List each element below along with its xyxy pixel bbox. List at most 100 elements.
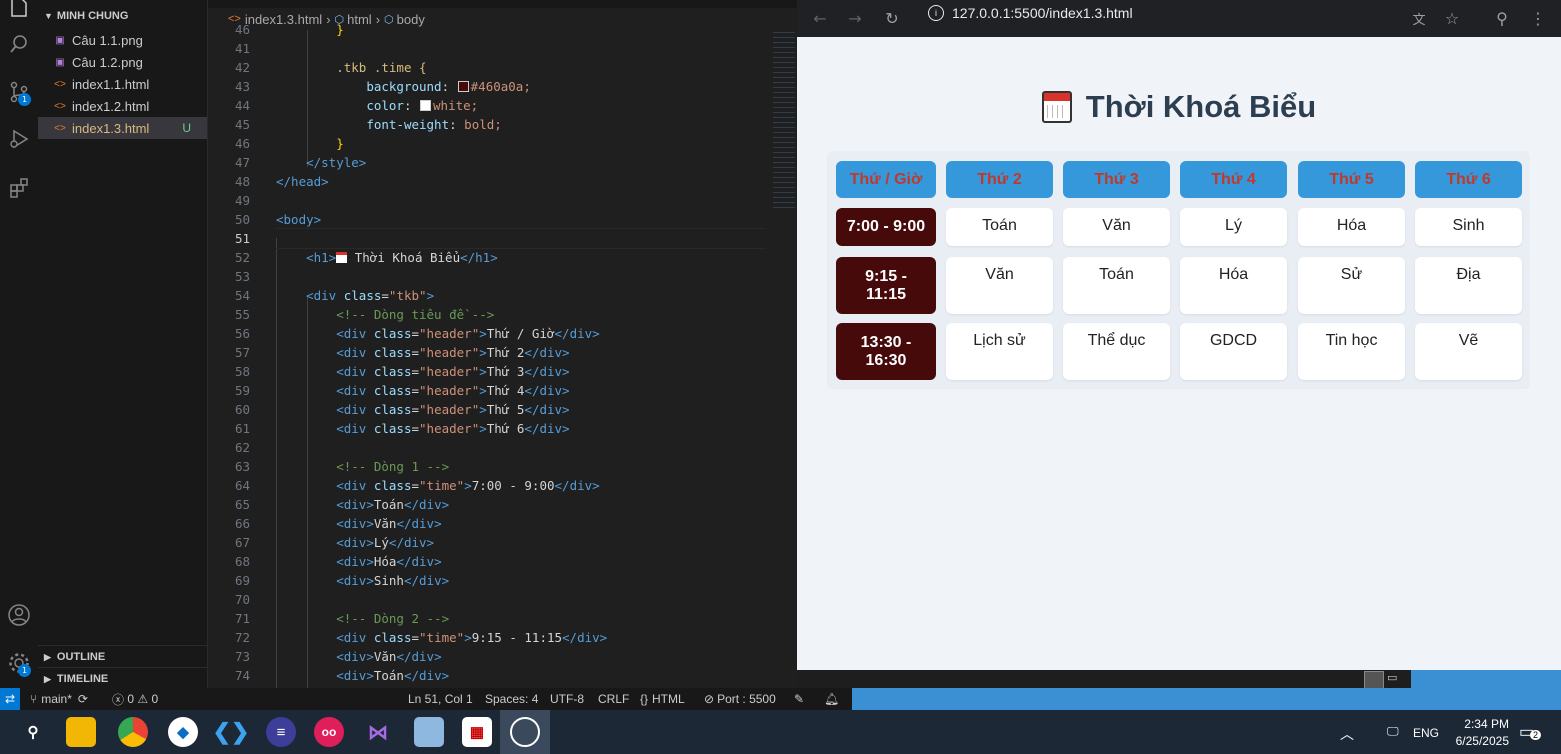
file-item[interactable]: ▣ Câu 1.2.png xyxy=(38,51,207,73)
file-item[interactable]: ▣ Câu 1.1.png xyxy=(38,29,207,51)
cursor-position[interactable]: Ln 51, Col 1 xyxy=(408,688,473,710)
visual-studio-icon[interactable]: ⋈ xyxy=(363,717,393,747)
line-number: 50 xyxy=(234,212,250,227)
line-number: 54 xyxy=(234,288,250,303)
explorer-panel: ▼ MINH CHUNG ▣ Câu 1.1.png ▣ Câu 1.2.png <>… xyxy=(38,0,208,688)
clock[interactable]: 2:34 PM 6/25/2025 xyxy=(1453,717,1509,748)
color-swatch[interactable] xyxy=(420,100,432,111)
reload-icon[interactable]: ↻ xyxy=(878,4,906,32)
line-number: 43 xyxy=(234,79,250,94)
outline-label: OUTLINE xyxy=(56,651,106,663)
html-file-icon: <> xyxy=(54,78,66,90)
pinned-app-icon[interactable]: ◆ xyxy=(168,717,198,747)
back-icon[interactable]: ← xyxy=(806,4,834,32)
file-name: Câu 1.2.png xyxy=(72,54,143,70)
code-line: <div class="header">Thứ 6</div> xyxy=(336,421,570,436)
line-number: 56 xyxy=(234,326,250,341)
language-mode[interactable]: {} HTML xyxy=(640,688,685,710)
code-line: <div class="tkb"> xyxy=(306,288,435,303)
sync-icon[interactable]: ⟳ xyxy=(78,692,88,706)
breadcrumb-html[interactable]: html xyxy=(347,12,372,27)
branch-indicator[interactable]: ⑂ main* ⟳ xyxy=(30,688,88,710)
code-line: <div class="header">Thứ 5</div> xyxy=(336,402,570,417)
settings-gear-icon[interactable]: 1 xyxy=(2,648,36,678)
site-info-icon[interactable]: i xyxy=(928,5,944,21)
file-item[interactable]: <> index1.2.html xyxy=(38,95,207,117)
chevron-up-icon[interactable]: ︿ xyxy=(1340,724,1354,744)
menu-icon[interactable]: ⋮ xyxy=(1524,4,1552,32)
notepad-icon[interactable] xyxy=(414,717,444,747)
line-ending[interactable]: CRLF xyxy=(598,688,629,710)
search-icon[interactable]: ⚲ xyxy=(18,717,48,747)
file-item-selected[interactable]: <> index1.3.html U xyxy=(38,117,207,139)
activity-bar: 1 1 xyxy=(0,0,38,688)
eclipse-icon[interactable]: ≡ xyxy=(266,717,296,747)
minimap[interactable] xyxy=(773,30,795,210)
file-item[interactable]: <> index1.1.html xyxy=(38,73,207,95)
indentation[interactable]: Spaces: 4 xyxy=(485,688,538,710)
notification-icon[interactable]: ▭ 2 xyxy=(1519,722,1542,742)
git-branch-icon: ⑂ xyxy=(30,692,38,706)
breadcrumb-body[interactable]: body xyxy=(397,12,425,27)
bell-icon[interactable]: 🔔︎ xyxy=(824,688,839,710)
timetable-time-cell: 7:00 - 9:00 xyxy=(836,208,936,246)
file-name: index1.3.html xyxy=(72,120,150,136)
code-editor[interactable]: <> index1.3.html › ⬡ html › ⬡ body 46 41 4… xyxy=(208,0,798,688)
chrome-icon[interactable] xyxy=(118,717,148,747)
line-number: 60 xyxy=(234,402,250,417)
line-number: 71 xyxy=(234,611,250,626)
page-title: Thời Khoá Biểu xyxy=(797,89,1561,125)
explorer-folder-header[interactable]: ▼ MINH CHUNG xyxy=(44,10,128,22)
code-line: <div>Văn</div> xyxy=(336,649,442,664)
layout-icon[interactable] xyxy=(1364,671,1384,689)
chevron-right-icon: ▶ xyxy=(44,673,51,684)
remote-icon[interactable]: ⇄ xyxy=(0,688,20,710)
file-explorer-icon[interactable] xyxy=(66,717,96,747)
extension-icon[interactable]: ⚲ xyxy=(1488,4,1516,32)
braces-icon: {} xyxy=(640,692,649,706)
vscode-icon[interactable]: ❮❯ xyxy=(213,717,250,747)
explorer-icon[interactable] xyxy=(2,0,36,22)
browser-toolbar: ← → ↻ i 127.0.0.1:5500/index1.3.html 文 ☆… xyxy=(797,0,1561,37)
encoding[interactable]: UTF-8 xyxy=(550,688,584,710)
network-icon[interactable]: 🖵︎ xyxy=(1387,724,1399,739)
extensions-icon[interactable] xyxy=(2,172,36,202)
line-number: 72 xyxy=(234,630,250,645)
translate-icon[interactable]: 文 xyxy=(1405,4,1433,32)
line-number: 62 xyxy=(234,440,250,455)
preview-icon[interactable]: ▭ xyxy=(1387,671,1403,687)
browser-window: ← → ↻ i 127.0.0.1:5500/index1.3.html 文 ☆… xyxy=(797,0,1561,670)
search-icon[interactable] xyxy=(2,29,36,59)
outline-section[interactable]: ▶ OUTLINE xyxy=(38,645,207,668)
problems-indicator[interactable]: ⓧ 0 ⚠ 0 xyxy=(112,688,158,710)
line-number: 53 xyxy=(234,269,250,284)
source-control-icon[interactable]: 1 xyxy=(2,77,36,107)
code-line: <div class="time">9:15 - 11:15</div> xyxy=(336,630,608,645)
forward-icon[interactable]: → xyxy=(841,4,869,32)
code-line: font-weight: bold; xyxy=(366,117,502,132)
code-line: <div>Hóa</div> xyxy=(336,554,442,569)
active-app-icon[interactable] xyxy=(500,710,550,754)
color-swatch[interactable] xyxy=(457,81,469,92)
bookmark-star-icon[interactable]: ☆ xyxy=(1438,4,1466,32)
line-number: 47 xyxy=(234,155,250,170)
timetable-subject-cell: Văn xyxy=(1063,208,1170,246)
spaces-text: Spaces: 4 xyxy=(485,692,539,706)
code-line: </style> xyxy=(306,155,367,170)
timetable-time-cell: 9:15 - 11:15 xyxy=(836,257,936,314)
app-icon[interactable]: ▦ xyxy=(462,717,492,747)
account-icon[interactable] xyxy=(2,600,36,630)
run-debug-icon[interactable] xyxy=(2,124,36,154)
timeline-section[interactable]: ▶ TIMELINE xyxy=(38,667,207,690)
code-line: .tkb .time { xyxy=(336,60,427,75)
code-line: <div class="header">Thứ 3</div> xyxy=(336,364,570,379)
line-number: 74 xyxy=(234,668,250,683)
language-indicator[interactable]: ENG xyxy=(1413,726,1439,740)
timetable-subject-cell: Lịch sử xyxy=(946,323,1053,380)
line-number: 69 xyxy=(234,573,250,588)
code-line: <body> xyxy=(276,212,322,227)
live-server-port[interactable]: ⊘ Port : 5500 xyxy=(704,688,776,710)
app-icon[interactable]: oo xyxy=(314,717,344,747)
timetable-subject-cell: GDCD xyxy=(1180,323,1287,380)
feedback-icon[interactable]: ✎ xyxy=(794,688,804,710)
